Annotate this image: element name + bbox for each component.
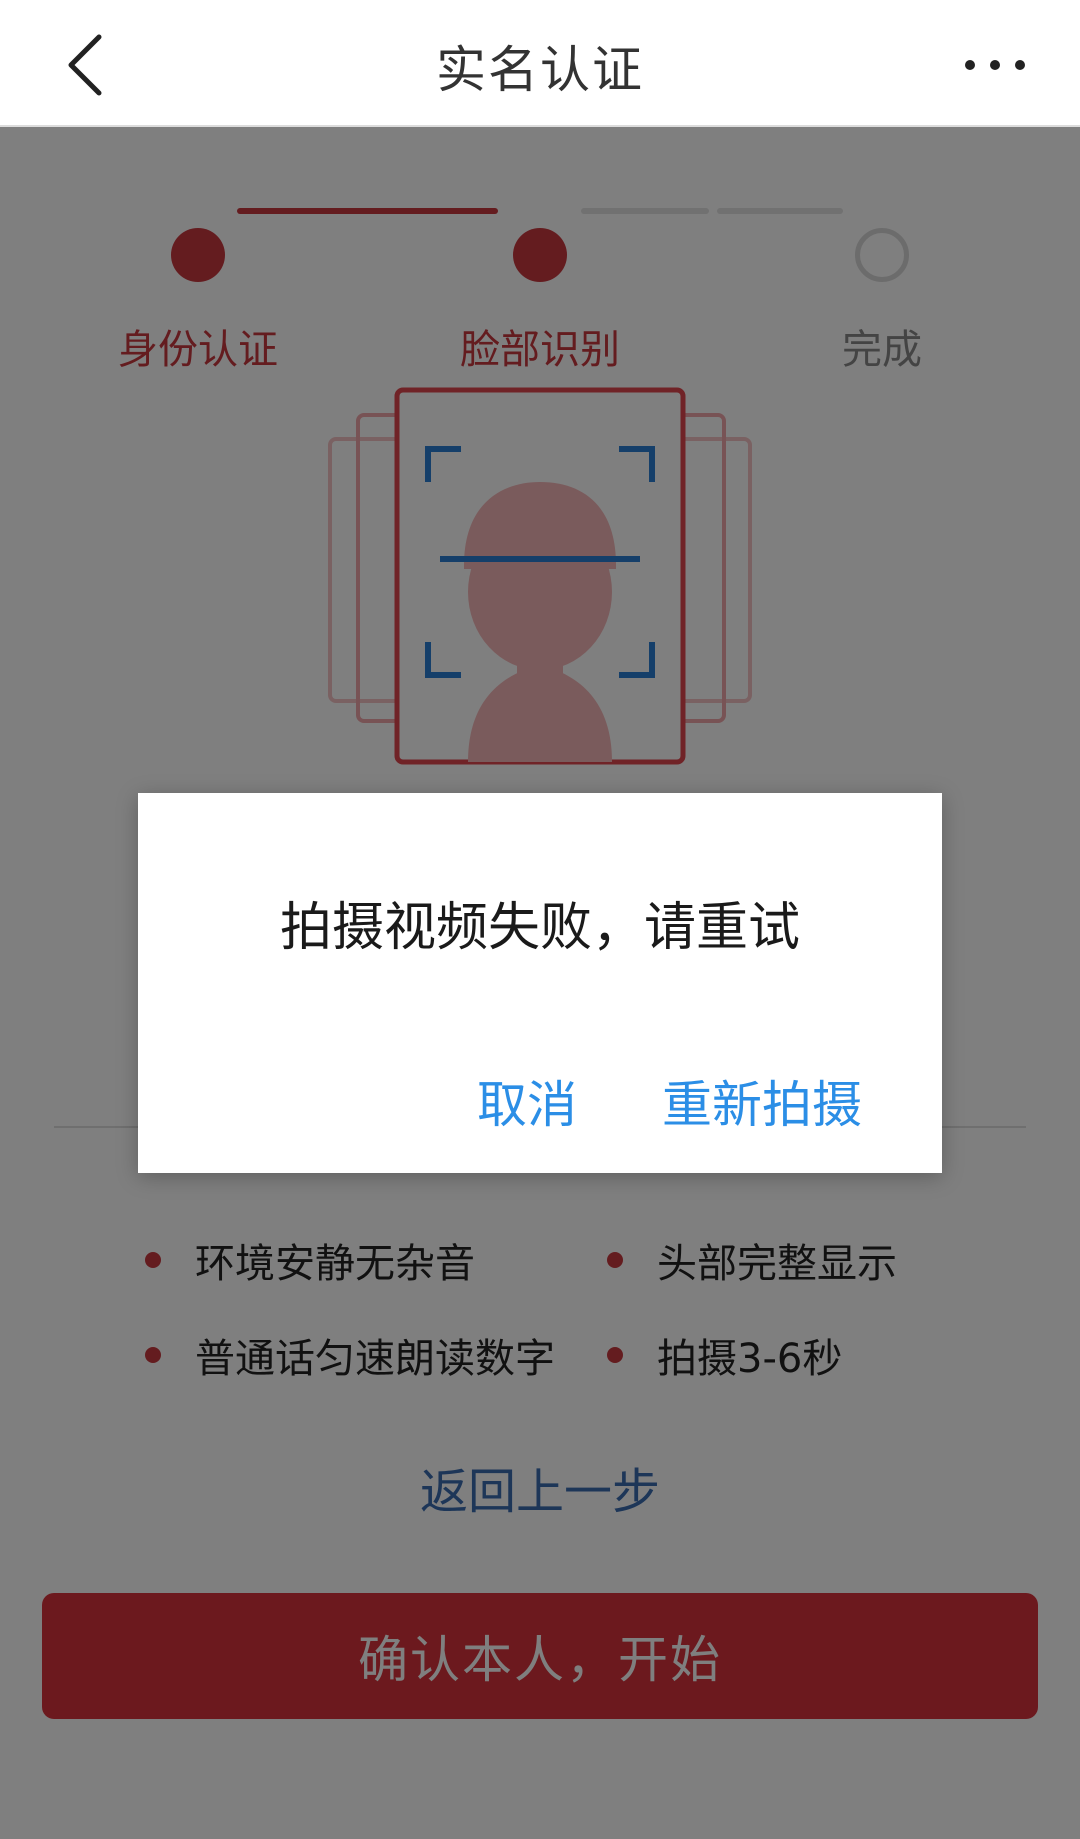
top-bar: 实名认证: [0, 0, 1080, 127]
more-horizontal-icon: [965, 60, 1025, 70]
dialog-message: 拍摄视频失败，请重试: [279, 898, 800, 958]
error-dialog: 拍摄视频失败，请重试 取消 重新拍摄: [138, 793, 942, 1173]
dialog-cancel-button[interactable]: 取消: [473, 1065, 581, 1137]
page-title: 实名认证: [436, 41, 644, 99]
more-button[interactable]: [940, 20, 1050, 110]
dialog-retry-button[interactable]: 重新拍摄: [658, 1065, 866, 1137]
